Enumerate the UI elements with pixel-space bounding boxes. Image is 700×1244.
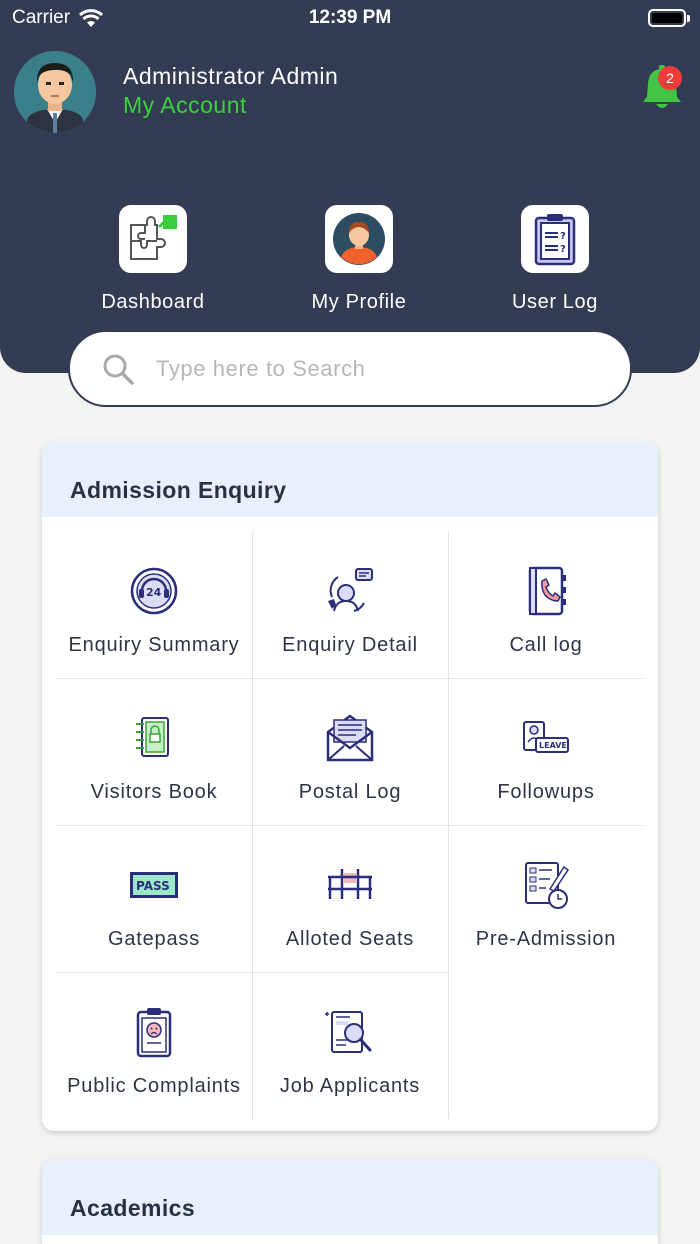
svg-text:24: 24 bbox=[146, 586, 162, 599]
notification-count-badge: 2 bbox=[658, 66, 682, 90]
menu-item-enquiry-summary[interactable]: 24 Enquiry Summary bbox=[56, 531, 252, 678]
academics-card: Academics bbox=[42, 1159, 658, 1244]
support-24-icon: 24 bbox=[130, 567, 178, 615]
svg-text:?: ? bbox=[560, 244, 566, 255]
my-profile-label: My Profile bbox=[311, 291, 407, 313]
profile-avatar-icon bbox=[333, 213, 385, 265]
seats-icon bbox=[328, 869, 372, 899]
user-name: Administrator Admin bbox=[123, 63, 339, 89]
search-input[interactable] bbox=[156, 355, 576, 382]
job-applicants-label: Job Applicants bbox=[279, 1075, 421, 1097]
followups-label: Followups bbox=[497, 781, 595, 803]
menu-item-pre-admission[interactable]: Pre-Admission bbox=[448, 825, 644, 972]
admission-enquiry-card: Admission Enquiry 24 Enquiry Summary Enq… bbox=[42, 441, 658, 1131]
alloted-seats-label: Alloted Seats bbox=[285, 928, 415, 950]
dashboard-puzzle-icon bbox=[130, 215, 177, 260]
envelope-icon bbox=[326, 714, 374, 762]
search-icon bbox=[103, 354, 134, 385]
enquiry-detail-label: Enquiry Detail bbox=[282, 634, 418, 656]
form-clock-icon bbox=[525, 862, 570, 909]
public-complaints-label: Public Complaints bbox=[67, 1075, 241, 1097]
menu-item-gatepass[interactable]: PASS Gatepass bbox=[56, 825, 252, 972]
menu-item-alloted-seats[interactable]: Alloted Seats bbox=[252, 825, 448, 972]
quick-action-dashboard[interactable]: Dashboard bbox=[68, 205, 238, 314]
user-avatar[interactable] bbox=[14, 51, 96, 133]
status-bar: Carrier 12:39 PM bbox=[0, 0, 700, 36]
pass-ticket-icon: PASS bbox=[130, 872, 178, 898]
enquiry-summary-label: Enquiry Summary bbox=[68, 634, 240, 656]
section-title-admission-enquiry: Admission Enquiry bbox=[42, 441, 658, 517]
my-account-link[interactable]: My Account bbox=[123, 92, 247, 119]
leave-badge-icon: LEAVE bbox=[523, 721, 569, 753]
dashboard-tile[interactable] bbox=[119, 205, 187, 273]
visitors-book-label: Visitors Book bbox=[90, 781, 218, 803]
user-log-label: User Log bbox=[512, 291, 598, 313]
menu-item-call-log[interactable]: Call log bbox=[448, 531, 644, 678]
gatepass-label: Gatepass bbox=[107, 928, 200, 950]
quick-action-my-profile[interactable]: My Profile bbox=[274, 205, 444, 314]
user-log-tile[interactable]: ? ? bbox=[521, 205, 589, 273]
postal-log-label: Postal Log bbox=[298, 781, 402, 803]
menu-item-public-complaints[interactable]: Public Complaints bbox=[56, 972, 252, 1119]
clipboard-question-icon: ? ? bbox=[534, 214, 576, 266]
phone-book-icon bbox=[528, 566, 566, 616]
call-log-label: Call log bbox=[509, 634, 583, 656]
status-time: 12:39 PM bbox=[308, 7, 392, 28]
my-profile-tile[interactable] bbox=[325, 205, 393, 273]
menu-item-postal-log[interactable]: Postal Log bbox=[252, 678, 448, 825]
menu-item-visitors-book[interactable]: Visitors Book bbox=[56, 678, 252, 825]
dashboard-label: Dashboard bbox=[101, 291, 205, 313]
call-agent-icon bbox=[328, 568, 373, 612]
search-bar[interactable] bbox=[68, 330, 632, 407]
pre-admission-label: Pre-Admission bbox=[475, 928, 617, 950]
avatar-man-icon bbox=[14, 51, 96, 133]
profile-header: Carrier 12:39 PM Administrator Admin My … bbox=[0, 0, 700, 373]
menu-item-followups[interactable]: LEAVE Followups bbox=[448, 678, 644, 825]
svg-text:PASS: PASS bbox=[136, 879, 170, 893]
svg-text:?: ? bbox=[560, 231, 566, 242]
menu-item-job-applicants[interactable]: Job Applicants bbox=[252, 972, 448, 1119]
visitor-book-icon bbox=[136, 717, 169, 757]
quick-action-user-log[interactable]: ? ? User Log bbox=[470, 205, 640, 314]
section-title-academics: Academics bbox=[42, 1159, 658, 1235]
complaint-clipboard-icon bbox=[136, 1008, 172, 1058]
menu-item-enquiry-detail[interactable]: Enquiry Detail bbox=[252, 531, 448, 678]
admission-enquiry-grid: 24 Enquiry Summary Enquiry Detail Call l… bbox=[56, 531, 644, 1119]
resume-search-icon bbox=[325, 1011, 372, 1053]
svg-text:LEAVE: LEAVE bbox=[539, 741, 567, 750]
battery-icon bbox=[648, 9, 690, 27]
